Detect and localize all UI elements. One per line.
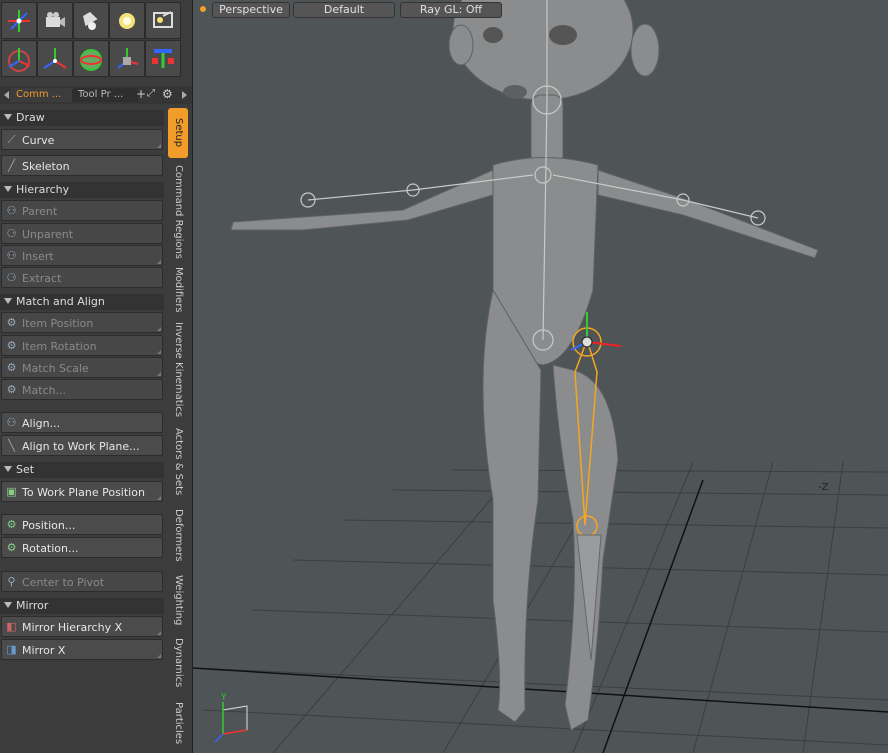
ground-axis-z (602, 479, 704, 753)
unparent-button[interactable]: ⚆ Unparent (1, 223, 163, 244)
tab-commands[interactable]: Comm ... (10, 88, 76, 102)
extract-icon: ⚆ (6, 271, 17, 284)
viewport-header: Perspective Default Ray GL: Off (193, 0, 888, 18)
vertical-tab-strip: Setup Command Regions Modifiers Inverse … (168, 106, 190, 753)
item-rotation-button[interactable]: ⚙ Item Rotation (1, 335, 163, 356)
align-to-work-plane-button[interactable]: ╲ Align to Work Plane... (1, 435, 163, 456)
align-icon: ⚇ (6, 416, 17, 429)
skeleton-button[interactable]: ╱ Skeleton (1, 155, 163, 176)
mirror-icon: ◨ (6, 643, 17, 656)
vtab-deformers[interactable]: Deformers (168, 504, 188, 566)
match-scale-button[interactable]: ⚙ Match Scale (1, 357, 163, 378)
vtab-inverse-kinematics[interactable]: Inverse Kinematics (168, 320, 188, 420)
scroll-right-icon[interactable] (182, 91, 187, 99)
mirror-x-button[interactable]: ◨ Mirror X (1, 639, 163, 660)
align-button[interactable]: ⚇ Align... (1, 412, 163, 433)
insert-button[interactable]: ⚇ Insert (1, 245, 163, 266)
skeleton-icon: ╱ (8, 159, 15, 172)
rotate-gizmo-icon[interactable] (109, 40, 145, 77)
raygl-toggle[interactable]: Ray GL: Off (400, 2, 502, 18)
item-position-icon: ⚙ (6, 316, 17, 329)
insert-icon: ⚇ (6, 249, 17, 262)
axis-y-label: Y (221, 693, 227, 703)
center-to-pivot-button[interactable]: ⚲ Center to Pivot (1, 571, 163, 592)
right-eye (549, 25, 577, 45)
section-header-draw[interactable]: Draw (0, 110, 164, 126)
curve-icon: ⟋ (7, 133, 16, 146)
position-icon: ⚙ (6, 518, 17, 531)
transform-icon[interactable] (1, 2, 37, 39)
character-mesh[interactable] (230, 0, 819, 731)
viewport-scene (193, 0, 888, 753)
cube-icon: ▣ (6, 485, 17, 498)
left-eye (483, 27, 503, 43)
ground-grid (193, 461, 888, 753)
mouth (503, 85, 527, 99)
match-button[interactable]: ⚙ Match... (1, 379, 163, 400)
ground-axis-x (193, 667, 888, 713)
vtab-weighting[interactable]: Weighting (168, 572, 188, 628)
style-dropdown[interactable]: Default (293, 2, 395, 18)
unparent-icon: ⚆ (6, 227, 17, 240)
camera-icon[interactable] (37, 2, 73, 39)
match-scale-icon: ⚙ (6, 361, 17, 374)
gear-icon[interactable]: ⚙ (162, 87, 173, 101)
tab-tool-properties[interactable]: Tool Pr ... (72, 88, 138, 102)
curve-button[interactable]: ⟋ Curve (1, 129, 163, 150)
axis-icon[interactable] (37, 40, 73, 77)
rotation-button[interactable]: ⚙ Rotation... (1, 537, 163, 558)
commands-panel: Draw ⟋ Curve ╱ Skeleton Hierarchy ⚇ Parent … (0, 106, 166, 753)
vtab-dynamics[interactable]: Dynamics (168, 634, 188, 692)
axis-z-label: -Z (818, 482, 829, 493)
3d-viewport[interactable]: Y -Z Perspective Default Ray GL: Off (193, 0, 888, 753)
section-header-hierarchy[interactable]: Hierarchy (0, 182, 164, 198)
work-plane-icon: ╲ (8, 439, 15, 452)
left-panel: Comm ... Tool Pr ... + ⤢ ⚙ Draw ⟋ Curve ╱… (0, 0, 193, 753)
extract-button[interactable]: ⚆ Extract (1, 267, 163, 288)
section-header-match-align[interactable]: Match and Align (0, 294, 164, 310)
spotlight-icon[interactable] (73, 2, 109, 39)
vtab-actors-sets[interactable]: Actors & Sets (168, 426, 188, 498)
scroll-left-icon[interactable] (4, 91, 9, 99)
rotation-icon: ⚙ (6, 541, 17, 554)
panel-tab-bar: Comm ... Tool Pr ... + ⤢ ⚙ (0, 86, 192, 104)
move-gizmo-icon[interactable] (1, 40, 37, 77)
parent-button[interactable]: ⚇ Parent (1, 200, 163, 221)
match-icon: ⚙ (6, 383, 17, 396)
axis-indicator (214, 702, 248, 743)
viewport-menu-icon[interactable] (200, 6, 206, 12)
item-position-button[interactable]: ⚙ Item Position (1, 312, 163, 333)
image-icon[interactable] (145, 2, 181, 39)
mirror-hierarchy-x-button[interactable]: ◧ Mirror Hierarchy X (1, 616, 163, 637)
light-bulb-icon[interactable] (109, 2, 145, 39)
view-dropdown[interactable]: Perspective (212, 2, 290, 18)
item-icon[interactable] (145, 40, 181, 77)
vtab-modifiers[interactable]: Modifiers (168, 264, 188, 316)
vtab-setup[interactable]: Setup (168, 108, 188, 158)
section-header-set[interactable]: Set (0, 462, 164, 478)
position-button[interactable]: ⚙ Position... (1, 514, 163, 535)
pivot-icon: ⚲ (7, 575, 16, 588)
to-work-plane-position-button[interactable]: ▣ To Work Plane Position (1, 481, 163, 502)
parent-icon: ⚇ (6, 204, 17, 217)
add-tab-button[interactable]: + (136, 87, 146, 101)
expand-icon[interactable]: ⤢ (147, 88, 155, 99)
vtab-particles[interactable]: Particles (168, 698, 188, 748)
section-header-mirror[interactable]: Mirror (0, 598, 164, 614)
vtab-command-regions[interactable]: Command Regions (168, 162, 188, 262)
mirror-hierarchy-icon: ◧ (6, 620, 17, 633)
top-toolbar (0, 0, 188, 78)
item-rotation-icon: ⚙ (6, 339, 17, 352)
sphere-icon[interactable] (73, 40, 109, 77)
